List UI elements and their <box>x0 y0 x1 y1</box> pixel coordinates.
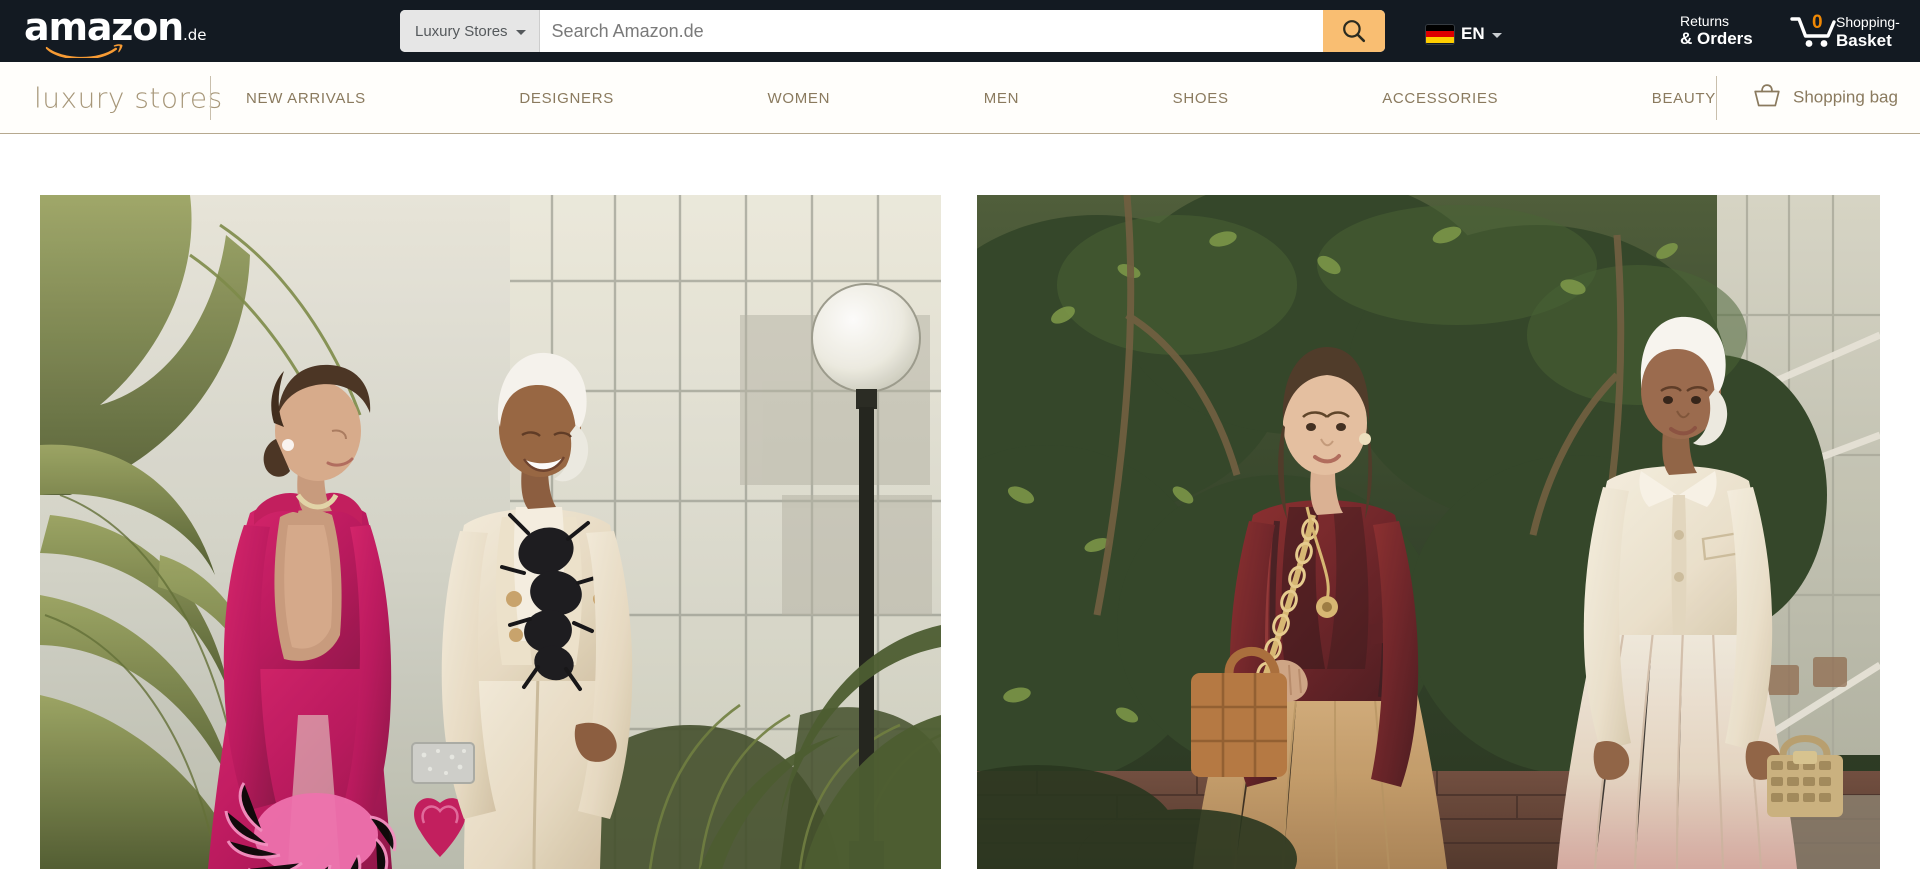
nav-item-beauty[interactable]: BEAUTY <box>1652 90 1716 107</box>
basket-line-2: Basket <box>1836 30 1892 50</box>
hero-image-right[interactable] <box>977 195 1880 869</box>
shopping-bag-icon <box>1752 82 1782 113</box>
basket-line-1: Shopping- <box>1836 14 1900 31</box>
hero-image-left[interactable] <box>40 195 941 869</box>
amazon-logo[interactable]: amazon.de <box>24 0 207 62</box>
search-scope-label: Luxury Stores <box>415 22 508 40</box>
chevron-down-icon <box>515 29 526 35</box>
luxury-stores-logo[interactable]: luxury stores <box>34 81 223 114</box>
nav-divider-left <box>210 75 211 120</box>
shopping-basket-link[interactable]: 0 Shopping- Basket <box>1790 0 1900 62</box>
nav-item-women[interactable]: WOMEN <box>768 90 831 107</box>
nav-item-designers[interactable]: DESIGNERS <box>519 90 614 107</box>
returns-line-2: & Orders <box>1680 29 1753 49</box>
shopping-bag-link[interactable]: Shopping bag <box>1752 82 1898 113</box>
basket-label: Shopping- Basket <box>1836 14 1900 50</box>
nav-item-shoes[interactable]: SHOES <box>1173 90 1229 107</box>
shopping-cart-icon: 0 <box>1790 12 1836 49</box>
nav-items: NEW ARRIVALS DESIGNERS WOMEN MEN SHOES A… <box>246 62 1716 134</box>
search-scope-dropdown[interactable]: Luxury Stores <box>400 10 540 52</box>
returns-and-orders-link[interactable]: Returns & Orders <box>1680 0 1753 62</box>
amazon-smile-icon <box>45 40 123 58</box>
search-bar: Luxury Stores <box>400 10 1385 52</box>
shopping-bag-label: Shopping bag <box>1793 87 1898 107</box>
nav-divider-right <box>1716 75 1717 120</box>
amazon-logo-suffix: .de <box>182 26 207 44</box>
luxury-stores-nav: luxury stores NEW ARRIVALS DESIGNERS WOM… <box>0 62 1920 134</box>
search-icon <box>1343 20 1366 43</box>
locale-label: EN <box>1461 24 1485 43</box>
basket-count: 0 <box>1812 12 1823 33</box>
amazon-header: amazon.de Luxury Stores EN <box>0 0 1920 62</box>
nav-item-new-arrivals[interactable]: NEW ARRIVALS <box>246 90 366 107</box>
chevron-down-icon <box>1491 32 1502 38</box>
nav-item-men[interactable]: MEN <box>984 90 1019 107</box>
search-input[interactable] <box>539 10 1323 52</box>
locale-switcher[interactable]: EN <box>1426 0 1502 62</box>
germany-flag-icon <box>1426 24 1454 44</box>
nav-item-accessories[interactable]: ACCESSORIES <box>1382 90 1498 107</box>
search-submit-button[interactable] <box>1323 10 1385 52</box>
returns-line-1: Returns <box>1680 12 1730 29</box>
hero-section <box>0 134 1920 869</box>
